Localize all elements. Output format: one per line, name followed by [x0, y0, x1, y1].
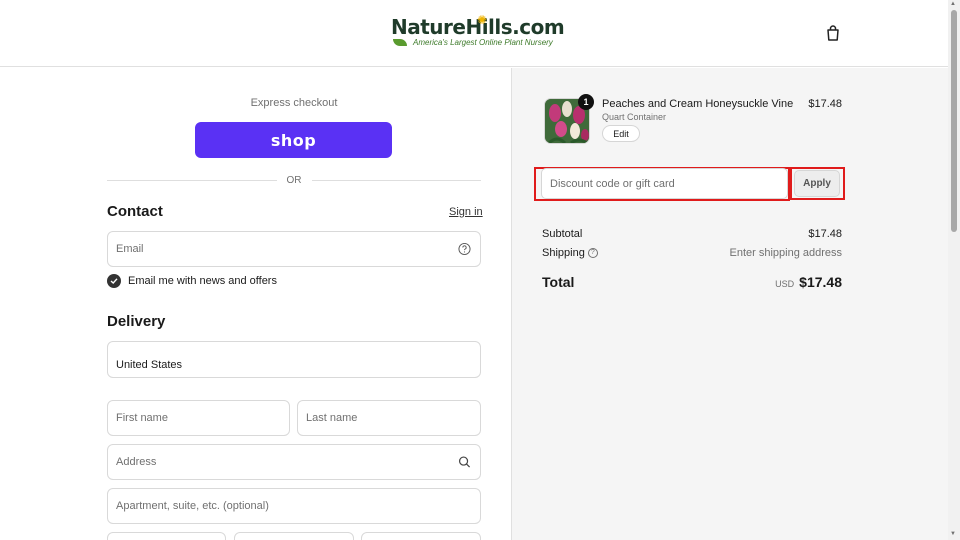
shipping-label: Shipping — [542, 247, 585, 259]
sign-in-link[interactable]: Sign in — [449, 206, 483, 218]
discount-placeholder: Discount code or gift card — [550, 177, 675, 190]
email-placeholder: Email — [116, 243, 144, 255]
first-name-field[interactable]: First name — [107, 400, 290, 436]
state-field[interactable] — [234, 532, 354, 540]
apply-button[interactable]: Apply — [794, 170, 840, 197]
first-name-placeholder: First name — [116, 412, 168, 424]
total-label: Total — [542, 274, 575, 290]
zip-field[interactable] — [361, 532, 481, 540]
search-icon[interactable] — [458, 456, 471, 469]
country-select[interactable]: United States — [107, 341, 481, 378]
leaf-icon — [393, 39, 407, 46]
shipping-row: Shipping? Enter shipping address — [542, 247, 842, 259]
shop-pay-button[interactable]: shop — [195, 122, 392, 158]
quantity-badge: 1 — [578, 94, 594, 110]
discount-code-input[interactable]: Discount code or gift card — [541, 168, 788, 199]
sun-icon: ✺ — [477, 13, 488, 27]
shipping-help-icon[interactable]: ? — [587, 248, 598, 259]
contact-title: Contact — [107, 203, 163, 220]
shipping-label-wrap: Shipping? — [542, 247, 598, 259]
total-row: Total USD $17.48 — [542, 274, 842, 290]
shipping-value: Enter shipping address — [729, 247, 842, 259]
city-field[interactable] — [107, 532, 226, 540]
product-name: Peaches and Cream Honeysuckle Vine — [602, 98, 794, 110]
checkmark-icon — [110, 278, 118, 284]
edit-item-button[interactable]: Edit — [602, 125, 640, 142]
page-scrollbar-thumb[interactable] — [951, 10, 957, 232]
scroll-down-arrow-icon[interactable]: ▼ — [950, 531, 956, 537]
subtotal-label: Subtotal — [542, 228, 583, 240]
delivery-title: Delivery — [107, 313, 166, 330]
or-divider: OR — [107, 172, 481, 188]
last-name-placeholder: Last name — [306, 412, 358, 424]
scroll-up-arrow-icon[interactable]: ▲ — [950, 1, 956, 7]
currency-code: USD — [775, 279, 795, 289]
address-placeholder: Address — [116, 456, 157, 468]
express-checkout-label: Express checkout — [250, 97, 338, 109]
naturehills-logo[interactable]: NatureHills.com America's Largest Online… — [391, 13, 565, 56]
newsletter-checkbox-row[interactable]: Email me with news and offers — [107, 274, 277, 288]
last-name-field[interactable]: Last name — [297, 400, 481, 436]
divider-line — [311, 179, 481, 181]
newsletter-label: Email me with news and offers — [128, 275, 277, 287]
apartment-field[interactable]: Apartment, suite, etc. (optional) — [107, 488, 481, 524]
shopping-bag-icon[interactable] — [824, 24, 842, 42]
address-field[interactable]: Address — [107, 444, 481, 480]
newsletter-checkbox[interactable] — [107, 274, 121, 288]
total-value: $17.48 — [799, 274, 842, 290]
total-amount: USD $17.48 — [775, 274, 842, 290]
site-header: NatureHills.com America's Largest Online… — [0, 0, 948, 67]
product-variant: Quart Container — [602, 112, 667, 122]
product-price: $17.48 — [808, 98, 842, 110]
subtotal-value: $17.48 — [808, 228, 842, 240]
email-field[interactable]: Email — [107, 231, 481, 267]
divider-line — [107, 179, 277, 181]
subtotal-row: Subtotal $17.48 — [542, 228, 842, 240]
help-circle-icon[interactable] — [458, 242, 471, 256]
apartment-placeholder: Apartment, suite, etc. (optional) — [116, 500, 269, 512]
or-text: OR — [286, 174, 302, 186]
logo-text: NatureHills.com — [391, 15, 565, 39]
country-value: United States — [116, 359, 183, 371]
logo-tagline: America's Largest Online Plant Nursery — [413, 38, 553, 47]
